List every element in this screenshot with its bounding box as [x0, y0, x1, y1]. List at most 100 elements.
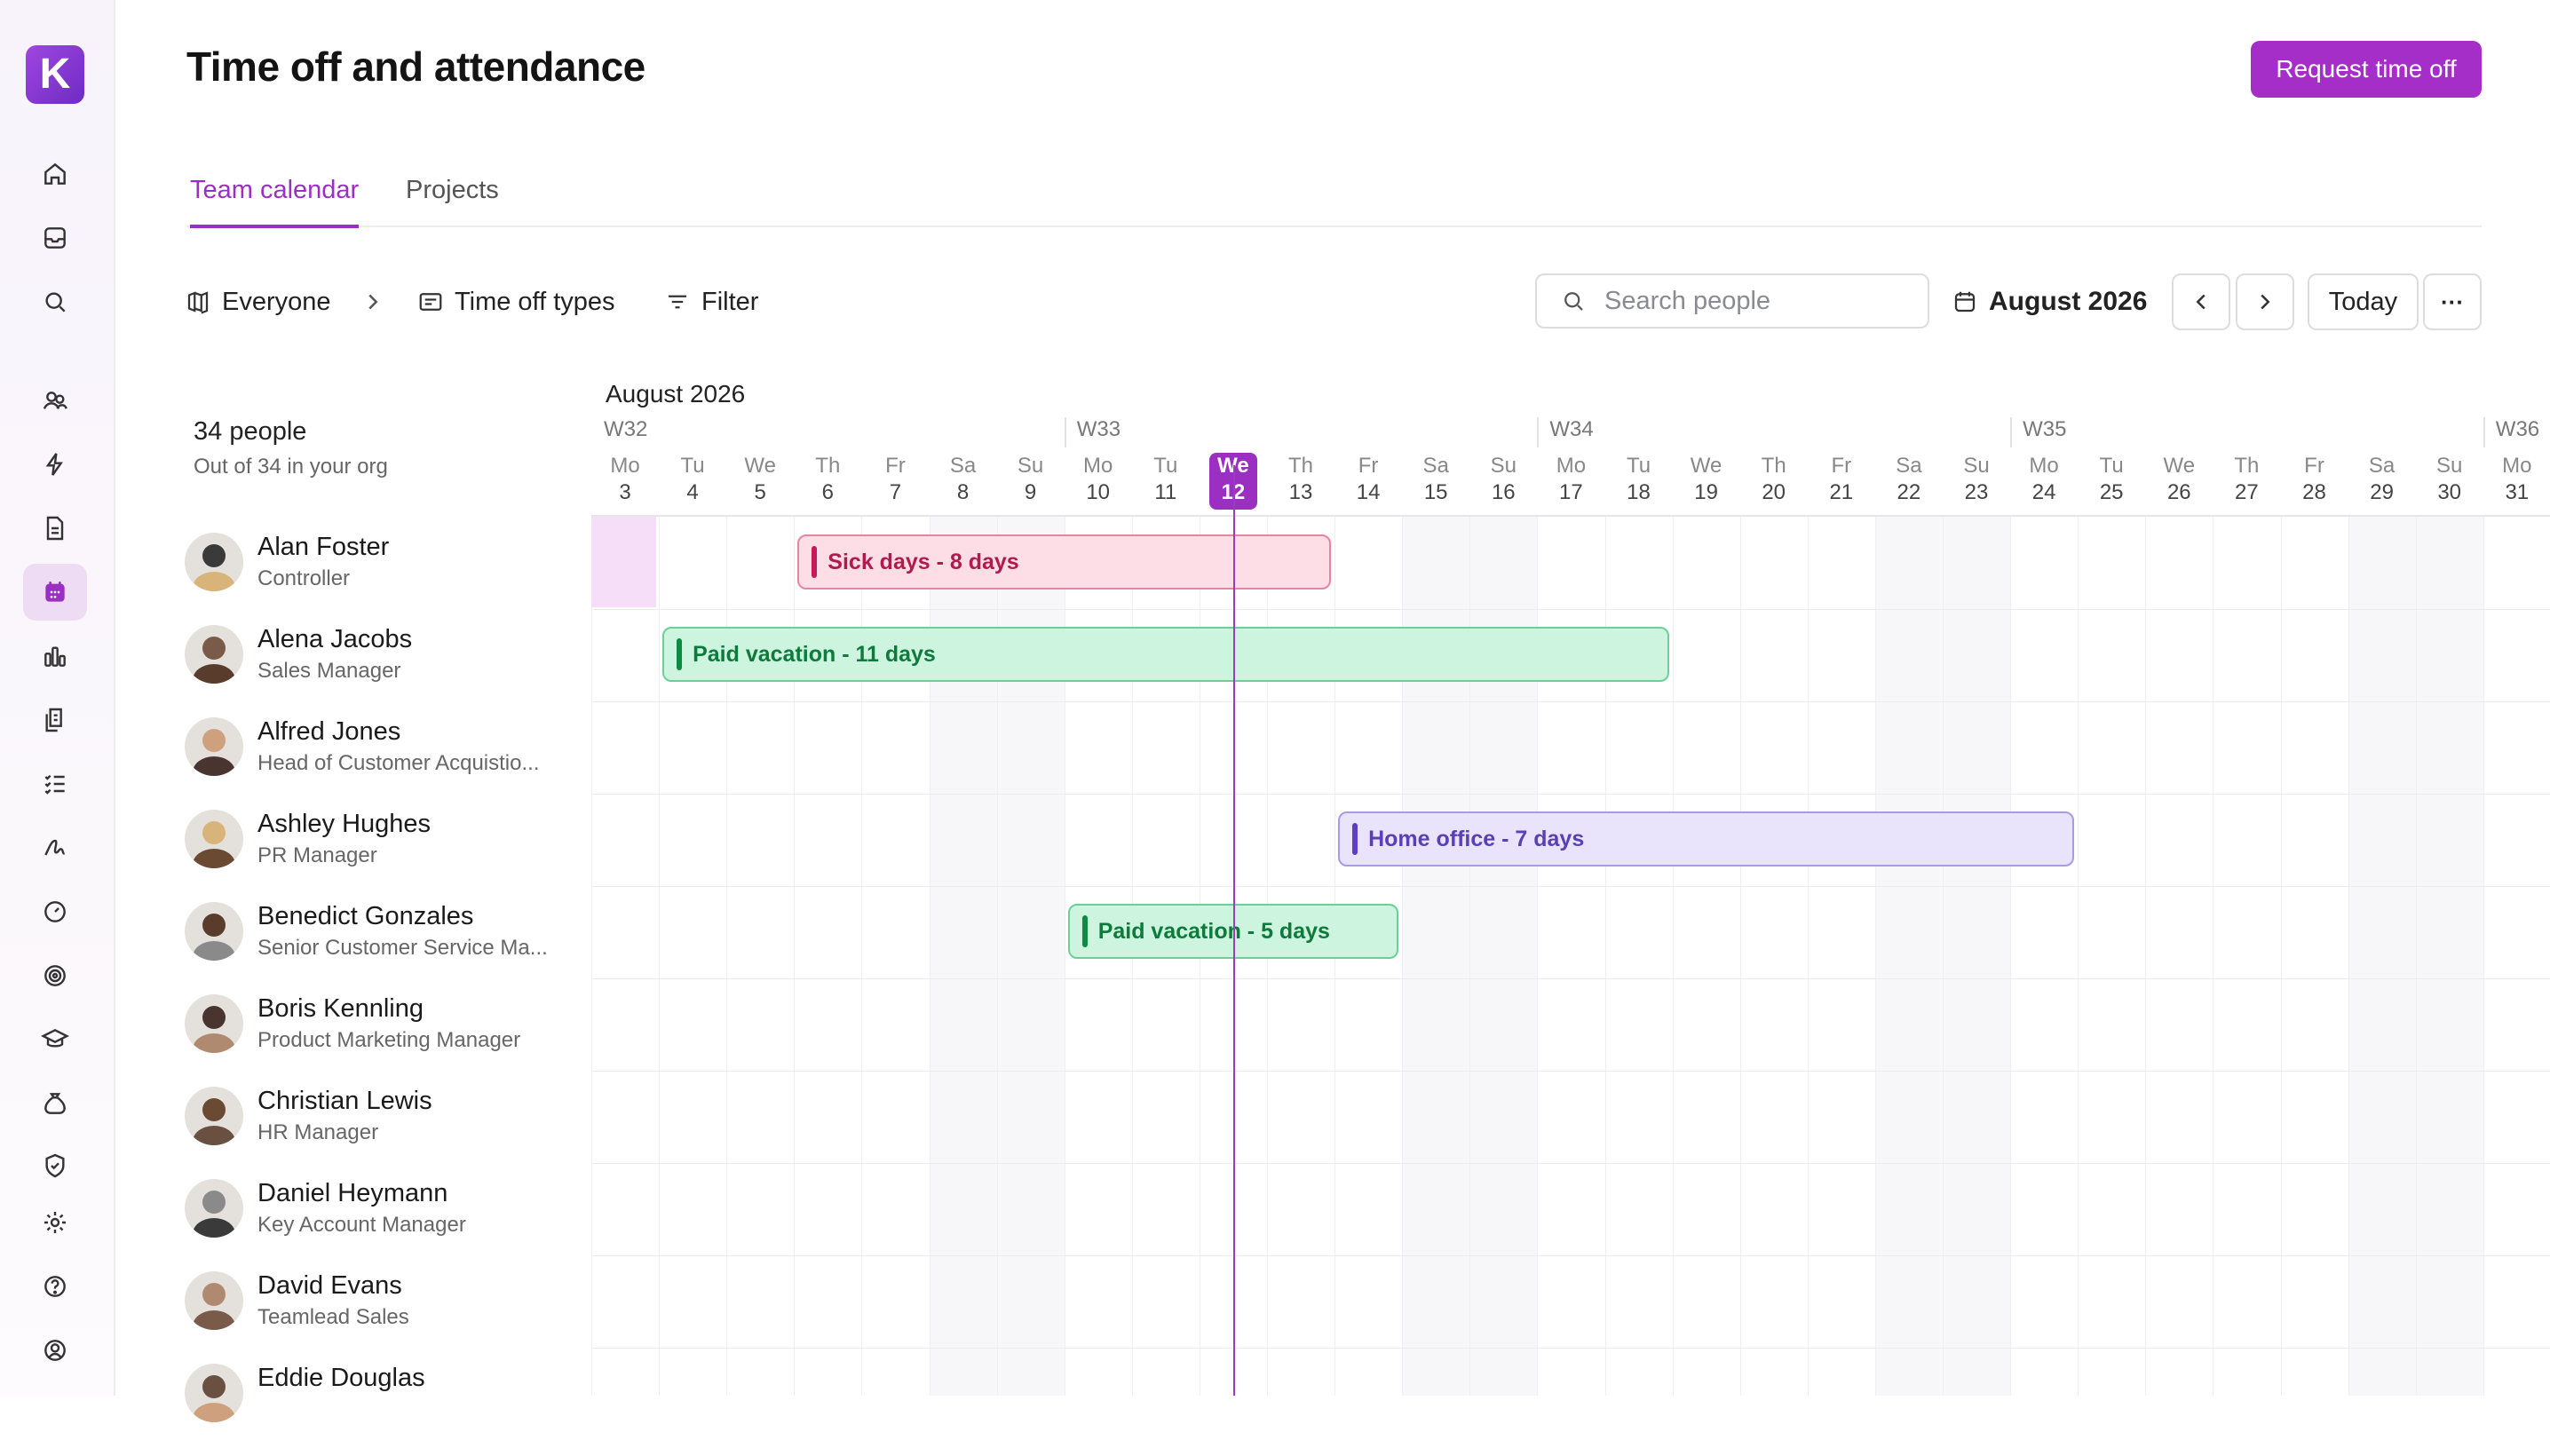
day-number: 10 — [1086, 480, 1111, 504]
team-calendar: August 2026 W32 W33 W34 W35 W36 Mo 3 Tu 4 We 5 Th 6… — [591, 373, 2550, 1396]
bar-chart-icon[interactable] — [23, 628, 87, 684]
gauge-icon[interactable] — [23, 883, 87, 940]
search-icon[interactable] — [23, 273, 87, 330]
person-row[interactable]: Alfred Jones Head of Customer Acquistio..… — [185, 717, 584, 810]
day-number: 21 — [1829, 480, 1854, 504]
person-name[interactable]: Ashley Hughes — [257, 810, 431, 839]
time-off-event-vacation[interactable]: Paid vacation - 11 days — [662, 627, 1669, 682]
person-row[interactable]: Ashley Hughes PR Manager — [185, 810, 584, 902]
avatar[interactable] — [185, 1179, 243, 1238]
day-column[interactable] — [1874, 517, 1943, 1396]
day-column[interactable] — [2415, 517, 2483, 1396]
avatar[interactable] — [185, 625, 243, 684]
person-name[interactable]: Christian Lewis — [257, 1087, 432, 1116]
help-icon[interactable] — [23, 1258, 87, 1315]
avatar[interactable] — [185, 902, 243, 961]
person-row[interactable]: Eddie Douglas — [185, 1364, 584, 1456]
week-label: W33 — [1076, 417, 1121, 441]
time-off-event-home[interactable]: Home office - 7 days — [1338, 811, 2075, 866]
day-column[interactable] — [2213, 517, 2280, 1396]
highlighted-day-cell[interactable] — [591, 517, 656, 607]
day-column[interactable] — [2483, 517, 2550, 1396]
more-options-button[interactable]: ··· — [2423, 273, 2482, 330]
day-column[interactable] — [2348, 517, 2416, 1396]
person-name[interactable]: Boris Kennling — [257, 994, 424, 1024]
avatar[interactable] — [185, 994, 243, 1053]
person-name[interactable]: Alan Foster — [257, 533, 389, 562]
day-of-week: Th — [1761, 454, 1786, 478]
day-of-week: Th — [2234, 454, 2260, 478]
day-header: Su 9 — [997, 453, 1065, 506]
shield-check-icon[interactable] — [23, 1137, 87, 1194]
calendar-grid: Sick days - 8 days Paid vacation - 11 day… — [591, 515, 2550, 1396]
signature-icon[interactable] — [23, 819, 87, 876]
person-role: HR Manager — [257, 1120, 379, 1144]
day-header: Tu 25 — [2078, 453, 2145, 506]
previous-month-button[interactable] — [2172, 273, 2230, 330]
person-row[interactable]: Alena Jacobs Sales Manager — [185, 625, 584, 717]
search-people-input[interactable] — [1603, 285, 1926, 317]
person-role: Controller — [257, 566, 351, 590]
row-divider — [591, 794, 2550, 795]
org-icon — [187, 291, 209, 314]
person-name[interactable]: Alena Jacobs — [257, 625, 412, 654]
people-icon[interactable] — [23, 372, 87, 429]
today-indicator-line — [1232, 465, 1235, 1396]
day-column[interactable] — [2145, 517, 2213, 1396]
person-row[interactable]: Benedict Gonzales Senior Customer Service… — [185, 902, 584, 994]
inbox-icon[interactable] — [23, 210, 87, 266]
calendar-icon[interactable] — [23, 564, 87, 621]
time-off-types-button[interactable]: Time off types — [417, 282, 615, 321]
day-column[interactable] — [2078, 517, 2145, 1396]
time-off-event-sick[interactable]: Sick days - 8 days — [797, 534, 1332, 590]
person-name[interactable]: David Evans — [257, 1271, 402, 1301]
avatar[interactable] — [185, 1087, 243, 1145]
day-column[interactable] — [1672, 517, 1740, 1396]
day-header: Su 16 — [1469, 453, 1537, 506]
filter-button[interactable]: Filter — [664, 282, 758, 321]
today-button[interactable]: Today — [2308, 273, 2419, 330]
person-row[interactable]: Alan Foster Controller — [185, 533, 584, 625]
lightning-icon[interactable] — [23, 436, 87, 493]
filter-label: Filter — [701, 287, 759, 316]
tab-team-calendar[interactable]: Team calendar — [190, 176, 360, 228]
everyone-breadcrumb[interactable]: Everyone — [185, 282, 386, 321]
search-people-field[interactable] — [1535, 273, 1929, 328]
request-time-off-button[interactable]: Request time off — [2251, 41, 2482, 98]
person-name[interactable]: Alfred Jones — [257, 717, 400, 747]
day-number: 7 — [889, 480, 902, 504]
person-name[interactable]: Benedict Gonzales — [257, 902, 473, 931]
row-divider — [591, 609, 2550, 610]
document-icon[interactable] — [23, 500, 87, 557]
next-month-button[interactable] — [2236, 273, 2294, 330]
day-column[interactable] — [1807, 517, 1875, 1396]
checklist-icon[interactable] — [23, 756, 87, 812]
tab-projects[interactable]: Projects — [406, 176, 499, 225]
day-column[interactable] — [591, 517, 659, 1396]
person-name[interactable]: Daniel Heymann — [257, 1179, 447, 1208]
avatar[interactable] — [185, 533, 243, 591]
day-column[interactable] — [2280, 517, 2348, 1396]
day-column[interactable] — [2010, 517, 2078, 1396]
avatar[interactable] — [185, 717, 243, 776]
person-name[interactable]: Eddie Douglas — [257, 1364, 425, 1393]
home-icon[interactable] — [23, 146, 87, 202]
day-column[interactable] — [1943, 517, 2010, 1396]
avatar[interactable] — [185, 1364, 243, 1422]
files-icon[interactable] — [23, 692, 87, 748]
day-header: Sa 22 — [1875, 453, 1943, 506]
money-bag-icon[interactable] — [23, 1075, 87, 1132]
gear-icon[interactable] — [23, 1194, 87, 1251]
target-icon[interactable] — [23, 947, 87, 1004]
graduation-cap-icon[interactable] — [23, 1011, 87, 1068]
avatar[interactable] — [185, 1271, 243, 1330]
avatar[interactable] — [185, 810, 243, 868]
person-row[interactable]: Christian Lewis HR Manager — [185, 1087, 584, 1179]
person-row[interactable]: David Evans Teamlead Sales — [185, 1271, 584, 1364]
person-row[interactable]: Daniel Heymann Key Account Manager — [185, 1179, 584, 1271]
account-icon[interactable] — [23, 1322, 87, 1379]
app-logo[interactable]: K — [26, 45, 84, 104]
day-column[interactable] — [1739, 517, 1808, 1396]
month-picker[interactable]: August 2026 — [1952, 282, 2147, 321]
person-row[interactable]: Boris Kennling Product Marketing Manager — [185, 994, 584, 1087]
